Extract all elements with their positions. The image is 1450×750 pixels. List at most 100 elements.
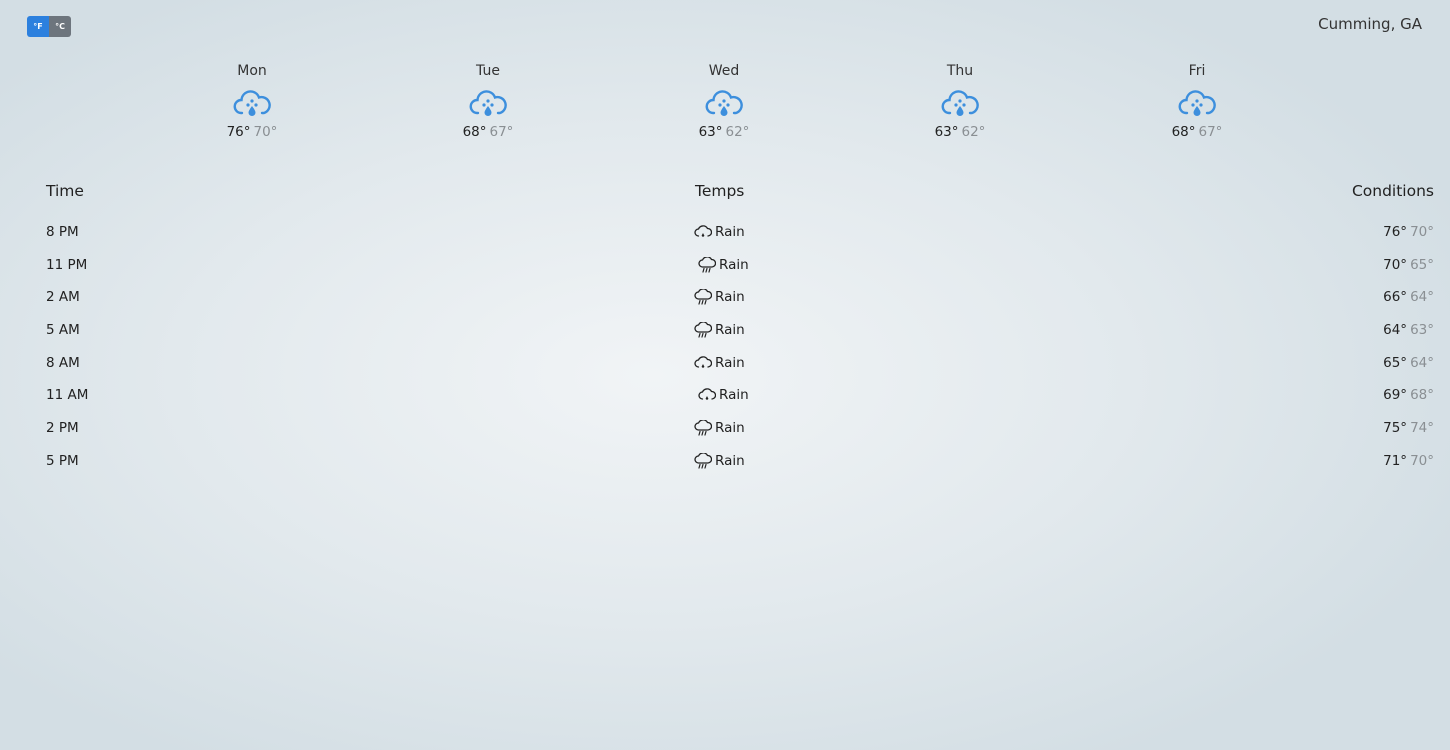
row-time: 5 AM <box>46 322 80 339</box>
high-temp: 66° <box>1383 289 1408 306</box>
table-row: 5 PM Rain 71° 70° <box>46 445 1434 478</box>
high-temp: 71° <box>1383 452 1408 469</box>
row-temps: 69° 68° <box>1383 379 1434 411</box>
row-time: 8 AM <box>46 354 80 371</box>
day-forecast-wed: Wed 63° 62° <box>664 62 784 140</box>
row-condition: Rain <box>694 216 745 248</box>
low-temp: 64° <box>1410 289 1434 306</box>
location-label: Cumming, GA <box>1318 15 1422 33</box>
high-temp: 70° <box>1383 256 1408 273</box>
row-time: 11 PM <box>46 256 88 273</box>
row-condition: Rain <box>698 379 749 411</box>
row-time: 11 AM <box>46 387 89 404</box>
low-temp: 62° <box>961 124 986 140</box>
condition-label: Rain <box>715 224 745 240</box>
cloud-rain-icon <box>694 289 712 305</box>
high-temp: 68° <box>1171 124 1196 140</box>
row-condition: Rain <box>694 314 745 346</box>
daily-forecast: Mon 76°70° Tue 68°67° Wed 63°62° Thu <box>0 62 1450 152</box>
table-header: Time Temps Conditions <box>46 182 1434 216</box>
table-row: 11 PM Rain 70° 65° <box>46 249 1434 282</box>
day-name: Wed <box>708 63 740 79</box>
condition-label: Rain <box>719 387 749 404</box>
row-time: 8 PM <box>46 224 79 240</box>
high-temp: 64° <box>1383 322 1408 339</box>
fahrenheit-button[interactable]: °F <box>27 16 49 37</box>
hourly-forecast-table: Time Temps Conditions 8 PM Rain 76° 70° 1… <box>46 182 1434 478</box>
header-temps: Temps <box>695 182 745 200</box>
cloud-drizzle-icon <box>694 225 712 237</box>
day-name: Mon <box>237 63 267 79</box>
row-condition: Rain <box>694 412 745 444</box>
cloud-rain-icon <box>694 452 712 469</box>
rain-cloud-icon <box>1178 90 1216 116</box>
condition-label: Rain <box>715 322 745 339</box>
table-row: 5 AM Rain 64° 63° <box>46 314 1434 347</box>
row-temps: 65° 64° <box>1383 347 1434 379</box>
day-forecast-thu: Thu 63° 62° <box>900 62 1020 140</box>
condition-label: Rain <box>715 354 745 371</box>
header-time: Time <box>46 182 84 200</box>
cloud-rain-icon <box>694 322 712 338</box>
day-temps: 68° 67° <box>428 124 548 140</box>
cloud-rain-icon <box>694 420 712 436</box>
row-time: 2 PM <box>46 420 79 437</box>
day-name: Fri <box>1188 63 1206 79</box>
table-row: 8 AM Rain 65° 64° <box>46 347 1434 380</box>
low-temp: 74° <box>1410 420 1434 437</box>
unit-toggle: °F °C <box>27 16 71 37</box>
day-forecast-mon: Mon 76° 70° <box>192 62 312 140</box>
day-temps: 76° 70° <box>192 124 312 140</box>
cloud-rain-icon <box>698 256 716 273</box>
cloud-drizzle-icon <box>694 356 712 368</box>
day-forecast-fri: Fri 68° 67° <box>1137 62 1257 140</box>
row-condition: Rain <box>698 249 749 281</box>
condition-label: Rain <box>719 256 749 273</box>
row-temps: 64° 63° <box>1383 314 1434 346</box>
low-temp: 63° <box>1410 322 1434 339</box>
row-temps: 70° 65° <box>1383 249 1434 281</box>
row-temps: 66° 64° <box>1383 281 1434 313</box>
row-temps: 71° 70° <box>1383 445 1434 477</box>
day-name: Thu <box>946 63 974 79</box>
row-condition: Rain <box>694 445 745 477</box>
row-time: 2 AM <box>46 289 80 306</box>
table-row: 2 PM Rain 75° 74° <box>46 412 1434 445</box>
high-temp: 76° <box>1383 224 1408 240</box>
row-condition: Rain <box>694 347 745 379</box>
high-temp: 65° <box>1383 354 1408 371</box>
high-temp: 63° <box>698 124 723 140</box>
low-temp: 67° <box>1198 124 1223 140</box>
day-temps: 63° 62° <box>664 124 784 140</box>
low-temp: 70° <box>253 124 278 140</box>
day-temps: 63° 62° <box>900 124 1020 140</box>
rain-cloud-icon <box>941 90 979 116</box>
high-temp: 76° <box>226 124 251 140</box>
day-temps: 68° 67° <box>1137 124 1257 140</box>
rain-cloud-icon <box>705 90 743 116</box>
row-temps: 75° 74° <box>1383 412 1434 444</box>
rain-cloud-icon <box>469 90 507 116</box>
row-condition: Rain <box>694 281 745 313</box>
low-temp: 62° <box>725 124 750 140</box>
celsius-button[interactable]: °C <box>49 16 71 37</box>
high-temp: 75° <box>1383 420 1408 437</box>
day-forecast-tue: Tue 68° 67° <box>428 62 548 140</box>
low-temp: 64° <box>1410 354 1434 371</box>
row-temps: 76° 70° <box>1383 216 1434 248</box>
low-temp: 68° <box>1410 387 1434 404</box>
low-temp: 67° <box>489 124 514 140</box>
header-conditions: Conditions <box>1351 182 1434 200</box>
high-temp: 63° <box>934 124 959 140</box>
high-temp: 68° <box>462 124 487 140</box>
table-row: 11 AM Rain 69° 68° <box>46 379 1434 412</box>
low-temp: 65° <box>1410 256 1434 273</box>
row-time: 5 PM <box>46 452 79 469</box>
condition-label: Rain <box>715 289 745 306</box>
cloud-drizzle-icon <box>698 388 716 401</box>
condition-label: Rain <box>715 420 745 437</box>
table-row: 2 AM Rain 66° 64° <box>46 281 1434 314</box>
table-row: 8 PM Rain 76° 70° <box>46 216 1434 249</box>
day-name: Tue <box>476 63 500 79</box>
low-temp: 70° <box>1410 224 1434 240</box>
